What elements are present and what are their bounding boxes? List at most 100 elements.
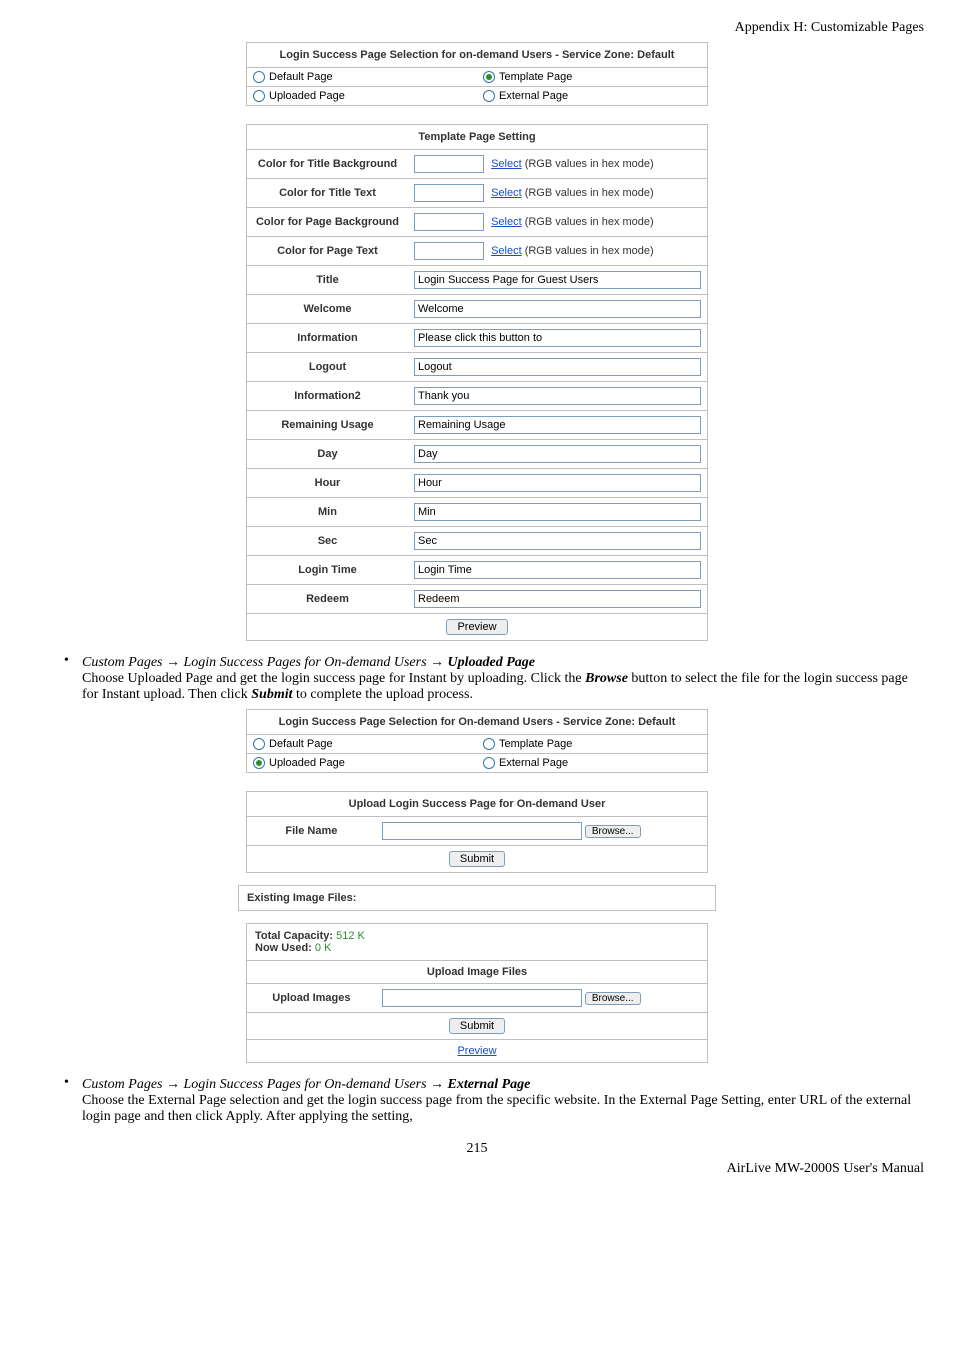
radio-default-page-1[interactable]: Default Page xyxy=(247,68,477,87)
browse-button-images[interactable]: Browse... xyxy=(585,992,641,1005)
label-login-time: Login Time xyxy=(247,556,408,585)
breadcrumb-path1-ext: Custom Pages xyxy=(82,1077,163,1092)
radio-icon xyxy=(483,738,495,750)
link-select-color-page-bg[interactable]: Select xyxy=(491,216,522,228)
radio-icon xyxy=(483,757,495,769)
arrow-icon: → xyxy=(430,1075,444,1091)
bullet-icon: • xyxy=(64,653,82,703)
input-title[interactable] xyxy=(414,271,701,289)
radio-label-external: External Page xyxy=(499,757,568,769)
input-color-page-bg[interactable] xyxy=(414,213,484,231)
label-upload-images: Upload Images xyxy=(247,984,376,1013)
now-used-value: 0 K xyxy=(315,942,332,954)
upload-images-title: Upload Image Files xyxy=(247,960,707,983)
label-remaining-usage: Remaining Usage xyxy=(247,411,408,440)
page-header-appendix: Appendix H: Customizable Pages xyxy=(30,20,924,36)
input-day[interactable] xyxy=(414,445,701,463)
footer-text: AirLive MW-2000S User's Manual xyxy=(30,1161,924,1177)
input-information[interactable] xyxy=(414,329,701,347)
panel-template-settings: Template Page Setting Color for Title Ba… xyxy=(246,124,708,641)
preview-button[interactable]: Preview xyxy=(446,619,507,635)
radio-label-uploaded: Uploaded Page xyxy=(269,757,345,769)
radio-label-default: Default Page xyxy=(269,71,333,83)
input-information2[interactable] xyxy=(414,387,701,405)
submit-button-images[interactable]: Submit xyxy=(449,1018,505,1034)
label-title: Title xyxy=(247,266,408,295)
radio-label-uploaded: Uploaded Page xyxy=(269,90,345,102)
link-select-color-page-text[interactable]: Select xyxy=(491,245,522,257)
breadcrumb-path3: Uploaded Page xyxy=(448,655,535,670)
radio-default-page-2[interactable]: Default Page xyxy=(247,735,477,754)
arrow-icon: → xyxy=(166,1075,180,1091)
page-number: 215 xyxy=(30,1141,924,1157)
submit-button-page[interactable]: Submit xyxy=(449,851,505,867)
label-logout: Logout xyxy=(247,353,408,382)
label-color-page-text: Color for Page Text xyxy=(247,237,408,266)
panel-upload-login-page: Upload Login Success Page for On-demand … xyxy=(246,791,708,873)
input-color-title-text[interactable] xyxy=(414,184,484,202)
radio-label-external: External Page xyxy=(499,90,568,102)
input-sec[interactable] xyxy=(414,532,701,550)
preview-link[interactable]: Preview xyxy=(457,1045,496,1057)
input-logout[interactable] xyxy=(414,358,701,376)
input-redeem[interactable] xyxy=(414,590,701,608)
radio-label-template: Template Page xyxy=(499,738,572,750)
radio-uploaded-page-1[interactable]: Uploaded Page xyxy=(247,87,477,106)
input-login-time[interactable] xyxy=(414,561,701,579)
now-used-label: Now Used: xyxy=(255,942,312,954)
link-select-color-title-bg[interactable]: Select xyxy=(491,158,522,170)
upload-panel-title: Upload Login Success Page for On-demand … xyxy=(247,792,707,816)
panel-2-title: Login Success Page Selection for On-dema… xyxy=(247,710,707,734)
label-information: Information xyxy=(247,324,408,353)
radio-icon xyxy=(253,90,265,102)
radio-template-page-1[interactable]: Template Page xyxy=(477,68,707,87)
bullet-body-ext: Choose the External Page selection and g… xyxy=(82,1093,911,1124)
input-upload-images[interactable] xyxy=(382,989,582,1007)
label-color-page-bg: Color for Page Background xyxy=(247,208,408,237)
input-min[interactable] xyxy=(414,503,701,521)
panel-1-title: Login Success Page Selection for on-dema… xyxy=(247,43,707,67)
existing-files-label: Existing Image Files: xyxy=(247,892,356,904)
radio-uploaded-page-2[interactable]: Uploaded Page xyxy=(247,754,477,773)
panel-existing-files: Existing Image Files: xyxy=(238,885,716,911)
radio-external-page-1[interactable]: External Page xyxy=(477,87,707,106)
input-hour[interactable] xyxy=(414,474,701,492)
radio-external-page-2[interactable]: External Page xyxy=(477,754,707,773)
total-capacity-value: 512 K xyxy=(336,930,365,942)
label-welcome: Welcome xyxy=(247,295,408,324)
panel-login-selection-2: Login Success Page Selection for On-dema… xyxy=(246,709,708,773)
radio-icon-selected xyxy=(483,71,495,83)
breadcrumb-path2: Login Success Pages for On-demand Users xyxy=(184,655,427,670)
input-color-page-text[interactable] xyxy=(414,242,484,260)
label-color-title-text: Color for Title Text xyxy=(247,179,408,208)
radio-label-default: Default Page xyxy=(269,738,333,750)
input-file-name[interactable] xyxy=(382,822,582,840)
browse-button-page[interactable]: Browse... xyxy=(585,825,641,838)
label-information2: Information2 xyxy=(247,382,408,411)
submit-word: Submit xyxy=(251,687,292,702)
input-welcome[interactable] xyxy=(414,300,701,318)
total-capacity-label: Total Capacity: xyxy=(255,930,333,942)
radio-icon xyxy=(253,71,265,83)
input-remaining-usage[interactable] xyxy=(414,416,701,434)
input-color-title-bg[interactable] xyxy=(414,155,484,173)
hint-hex: (RGB values in hex mode) xyxy=(525,216,654,228)
breadcrumb-path3-ext: External Page xyxy=(448,1077,531,1092)
arrow-icon: → xyxy=(166,653,180,669)
hint-hex: (RGB values in hex mode) xyxy=(525,245,654,257)
arrow-icon: → xyxy=(430,653,444,669)
radio-icon-selected xyxy=(253,757,265,769)
browse-word: Browse xyxy=(585,671,628,686)
radio-template-page-2[interactable]: Template Page xyxy=(477,735,707,754)
bullet-external-page: • Custom Pages → Login Success Pages for… xyxy=(64,1075,924,1125)
label-sec: Sec xyxy=(247,527,408,556)
label-day: Day xyxy=(247,440,408,469)
panel-login-selection-1: Login Success Page Selection for on-dema… xyxy=(246,42,708,106)
bullet-icon: • xyxy=(64,1075,82,1125)
breadcrumb-path1: Custom Pages xyxy=(82,655,163,670)
label-color-title-bg: Color for Title Background xyxy=(247,150,408,179)
hint-hex: (RGB values in hex mode) xyxy=(525,158,654,170)
panel-upload-images: Total Capacity: 512 K Now Used: 0 K Uplo… xyxy=(246,923,708,1063)
label-hour: Hour xyxy=(247,469,408,498)
link-select-color-title-text[interactable]: Select xyxy=(491,187,522,199)
